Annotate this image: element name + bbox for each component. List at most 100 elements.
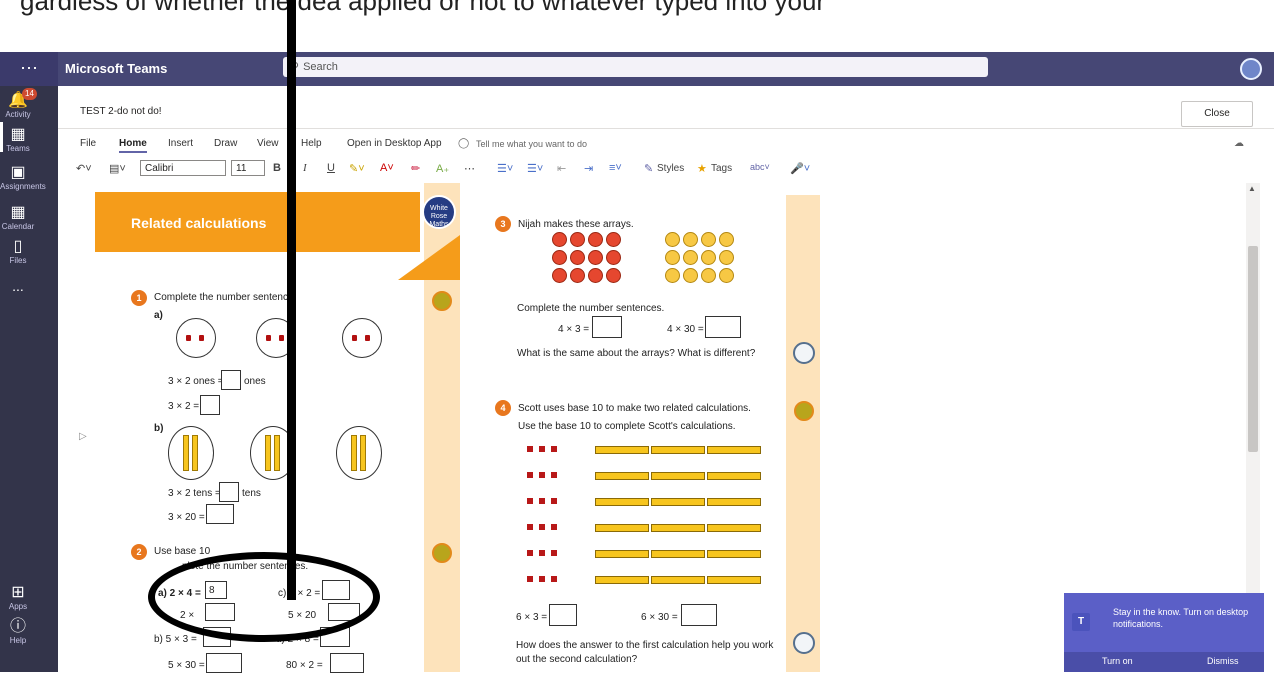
rail-item-help[interactable]: ⓘ Help: [0, 618, 36, 645]
teams-icon: ▦: [10, 126, 26, 143]
outdent-icon[interactable]: ⇤: [557, 162, 566, 175]
answer-box[interactable]: [330, 653, 364, 673]
tab-view[interactable]: View: [257, 138, 279, 149]
spelling-icon[interactable]: abc˅: [750, 162, 770, 172]
rail-item-files[interactable]: ▯ Files: [0, 238, 36, 265]
tab-home[interactable]: Home: [119, 138, 147, 153]
rail-item-assignments[interactable]: ▣ Assignments: [0, 164, 46, 191]
unit-text: tens: [242, 488, 261, 499]
font-color-icon[interactable]: A˅: [380, 162, 394, 174]
equation-text: 3 × 2 tens =: [168, 488, 221, 499]
question-text: out the second calculation?: [516, 654, 638, 665]
tell-me-input[interactable]: Tell me what you want to do: [476, 139, 587, 149]
answer-box[interactable]: [549, 604, 577, 626]
tab-insert[interactable]: Insert: [168, 138, 193, 149]
question-text: Nijah makes these arrays.: [518, 219, 634, 230]
numbering-icon[interactable]: ☰˅: [527, 162, 543, 175]
styles-icon: ✎: [644, 163, 654, 175]
calendar-icon: ▦: [10, 204, 26, 221]
question-text: How does the answer to the first calcula…: [516, 640, 774, 651]
question-number: 4: [495, 400, 511, 416]
tab-help[interactable]: Help: [301, 138, 322, 149]
base10-rows: [527, 446, 777, 586]
app-title: Microsoft Teams: [65, 61, 168, 76]
turn-on-button[interactable]: Turn on: [1102, 656, 1133, 666]
question-text: Complete the number sentence: [154, 292, 294, 303]
tab-file[interactable]: File: [80, 138, 96, 149]
tens-circle: [336, 426, 382, 480]
answer-box[interactable]: [681, 604, 717, 626]
discussion-icon: [793, 342, 815, 364]
unit-text: ones: [244, 376, 266, 387]
clipboard-icon[interactable]: ▤˅: [109, 162, 126, 175]
cloud-icon[interactable]: ☁: [1234, 138, 1244, 149]
answer-box[interactable]: [219, 482, 239, 502]
rail-item-more[interactable]: ...: [0, 278, 36, 294]
answer-box[interactable]: [206, 504, 234, 524]
answer-box[interactable]: [705, 316, 741, 338]
rail-item-calendar[interactable]: ▦ Calendar: [0, 204, 36, 231]
close-button[interactable]: Close: [1181, 101, 1253, 127]
equation-text: 6 × 3 =: [516, 612, 548, 623]
counter-circle: [342, 318, 382, 358]
indent-icon[interactable]: ⇥: [584, 162, 593, 175]
dismiss-button[interactable]: Dismiss: [1207, 656, 1239, 666]
equation-text: 5 × 30 =: [168, 660, 205, 671]
yellow-counter-array: [665, 232, 745, 286]
question-text: What is the same about the arrays? What …: [517, 348, 756, 359]
counter-circle: [176, 318, 216, 358]
tab-open-desktop[interactable]: Open in Desktop App: [347, 138, 442, 149]
rail-item-apps[interactable]: ⊞ Apps: [0, 584, 36, 611]
help-icon: ⓘ: [9, 618, 26, 635]
question-text: Complete the number sentences.: [517, 303, 665, 314]
avatar[interactable]: [1240, 58, 1262, 80]
app-launcher-icon[interactable]: ⋯: [0, 52, 58, 86]
undo-icon[interactable]: ↶˅: [76, 162, 92, 175]
bold-icon[interactable]: B: [273, 162, 281, 174]
question-text: Scott uses base 10 to make two related c…: [518, 403, 751, 414]
answer-box[interactable]: [200, 395, 220, 415]
dictate-icon[interactable]: 🎤˅: [790, 162, 810, 175]
worksheet-title: Related calculations: [131, 215, 267, 231]
italic-icon[interactable]: I: [303, 162, 307, 174]
underline-icon[interactable]: U: [327, 162, 335, 174]
rail-item-teams[interactable]: ▦ Teams: [0, 126, 36, 153]
answer-box[interactable]: [221, 370, 241, 390]
banner-corner: [398, 235, 460, 280]
more-options-icon[interactable]: ⋯: [464, 162, 475, 175]
question-text: Use base 10: [154, 546, 211, 557]
search-input[interactable]: ⚲Search: [283, 57, 988, 77]
font-select[interactable]: Calibri: [140, 160, 226, 176]
discussion-icon: [793, 632, 815, 654]
bullets-icon[interactable]: ☰˅: [497, 162, 513, 175]
highlight-icon[interactable]: ✎˅: [349, 162, 365, 175]
question-number: 2: [131, 544, 147, 560]
question-number: 1: [131, 290, 147, 306]
clear-format-icon[interactable]: A₊: [436, 162, 449, 175]
answer-box[interactable]: [206, 653, 242, 673]
expand-icon[interactable]: ▷: [79, 431, 87, 442]
rail-item-activity[interactable]: 🔔 14 Activity: [0, 88, 37, 119]
tags-button[interactable]: Tags: [711, 163, 732, 174]
styles-button[interactable]: Styles: [657, 163, 684, 174]
equation-text: b) 5 × 3 =: [154, 634, 197, 645]
document-header: [58, 86, 1274, 129]
backpack-icon: ▣: [10, 164, 26, 181]
question-text: Use the base 10 to complete Scott's calc…: [518, 421, 736, 432]
equation-text: 4 × 30 =: [667, 324, 704, 335]
format-painter-icon[interactable]: ✏: [411, 162, 420, 175]
equation-text: 3 × 2 ones =: [168, 376, 224, 387]
font-size-select[interactable]: 11: [231, 160, 265, 176]
scroll-up-icon[interactable]: ▲: [1248, 184, 1256, 193]
equation-text: 3 × 2 =: [168, 401, 200, 412]
tens-circle: [168, 426, 214, 480]
tab-draw[interactable]: Draw: [214, 138, 237, 149]
scrollbar-thumb[interactable]: [1248, 246, 1258, 452]
search-placeholder: Search: [303, 61, 338, 73]
rail-label: Assignments: [0, 182, 46, 191]
lightbulb-icon: ◯: [458, 138, 470, 149]
align-icon[interactable]: ≡˅: [609, 162, 622, 174]
toast-message: Stay in the know. Turn on desktop notifi…: [1113, 607, 1249, 629]
answer-box[interactable]: [592, 316, 622, 338]
equation-text: 3 × 20 =: [168, 512, 205, 523]
